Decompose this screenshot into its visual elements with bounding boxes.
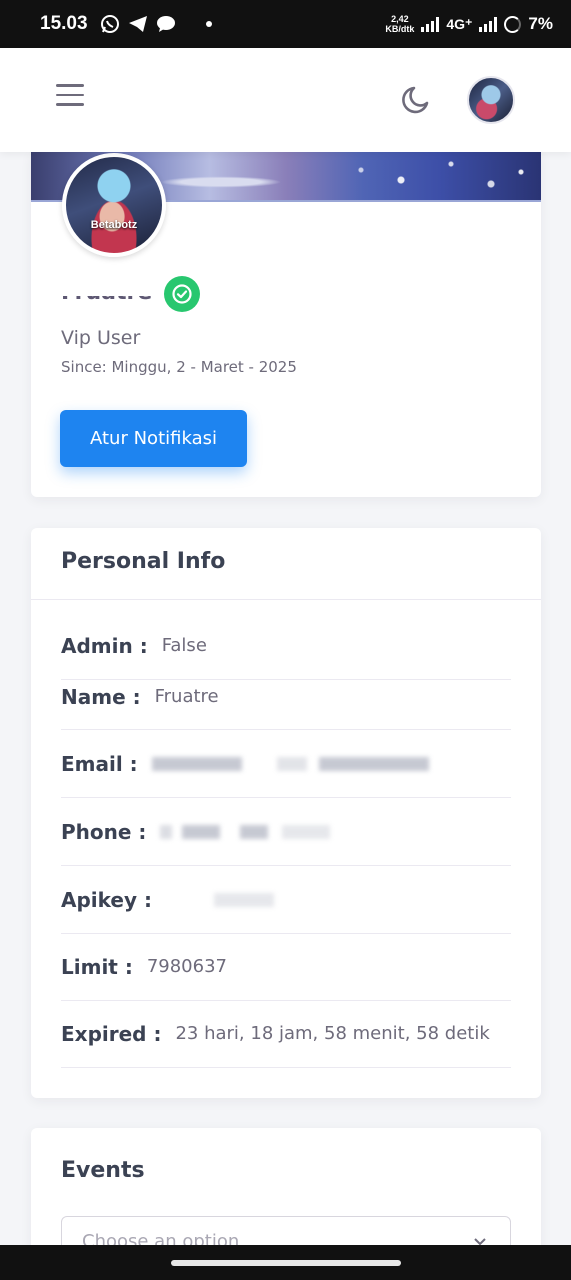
signal-icon (421, 16, 440, 32)
profile-card: Betabotz Fruatre Vip User Since: Minggu,… (31, 152, 541, 497)
row-label: Limit : (61, 954, 133, 979)
events-title: Events (61, 1158, 145, 1183)
row-value: Fruatre (154, 686, 219, 707)
user-role: Vip User (61, 327, 141, 349)
row-label: Email : (61, 751, 138, 776)
header-avatar[interactable] (467, 76, 515, 124)
redacted-value (151, 753, 430, 774)
network-type: 4G⁺ (446, 15, 473, 32)
row-label: Admin : (61, 633, 148, 658)
profile-name: Fruatre (61, 280, 171, 310)
row-value: 23 hari, 18 jam, 58 menit, 58 detik (175, 1023, 490, 1044)
top-header (0, 48, 571, 152)
row-value: False (161, 635, 207, 656)
hamburger-menu-icon[interactable] (56, 84, 84, 106)
telegram-icon (128, 15, 148, 33)
info-row-apikey: Apikey : (61, 866, 511, 934)
home-gesture-bar[interactable] (170, 1259, 401, 1266)
info-row-phone: Phone : (61, 798, 511, 866)
profile-avatar: Betabotz (62, 153, 166, 257)
redacted-value (160, 821, 330, 842)
whatsapp-icon (100, 14, 120, 34)
info-row-expired: Expired : 23 hari, 18 jam, 58 menit, 58 … (61, 1000, 511, 1068)
row-label: Apikey : (61, 887, 152, 912)
battery-level: 7% (528, 14, 553, 33)
personal-info-title: Personal Info (61, 549, 226, 574)
row-value: 7980637 (146, 956, 227, 977)
info-row-name: Name : Fruatre (61, 664, 511, 730)
row-label: Expired : (61, 1021, 162, 1046)
divider (31, 599, 541, 600)
check-circle-icon (164, 276, 200, 312)
member-since: Since: Minggu, 2 - Maret - 2025 (61, 358, 297, 376)
network-speed: 2,42 KB/dtk (385, 14, 415, 34)
avatar-text: Betabotz (90, 219, 138, 231)
name-redaction (61, 280, 153, 296)
system-nav-bar (0, 1245, 571, 1280)
notification-settings-button[interactable]: Atur Notifikasi (60, 410, 247, 467)
redacted-value (166, 889, 274, 910)
status-time: 15.03 (40, 13, 88, 34)
info-row-limit: Limit : 7980637 (61, 933, 511, 1001)
moon-icon[interactable] (400, 82, 434, 116)
battery-ring-icon (504, 15, 522, 33)
signal-icon-2 (479, 16, 498, 32)
info-row-email: Email : (61, 730, 511, 798)
notification-dot-icon (205, 21, 212, 27)
status-bar: 15.03 2,42 KB/dtk 4G⁺ 7% (0, 0, 571, 48)
row-label: Phone : (61, 819, 147, 844)
message-icon (156, 15, 176, 33)
row-label: Name : (61, 684, 141, 709)
personal-info-card: Personal Info Admin : False Name : Fruat… (31, 528, 541, 1098)
